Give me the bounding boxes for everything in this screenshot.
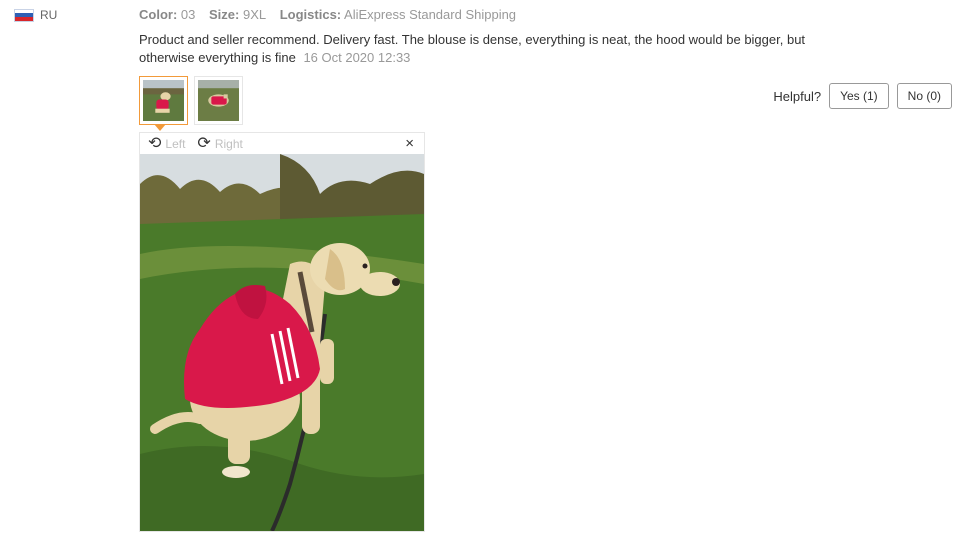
thumbnail-1-image bbox=[143, 80, 184, 121]
review-attributes: Color: 03 Size: 9XL Logistics: AliExpres… bbox=[139, 7, 526, 22]
review-date: 16 Oct 2020 12:33 bbox=[303, 50, 411, 65]
review-text: Product and seller recommend. Delivery f… bbox=[139, 32, 806, 65]
helpful-label: Helpful? bbox=[773, 88, 822, 104]
review-thumbnails bbox=[139, 76, 243, 125]
reviewer-country: RU bbox=[14, 8, 57, 22]
close-icon[interactable]: × bbox=[405, 135, 414, 152]
attr-logistics-key: Logistics: bbox=[279, 7, 342, 22]
attr-size-value: 9XL bbox=[242, 7, 267, 22]
attr-logistics-value: AliExpress Standard Shipping bbox=[344, 7, 517, 22]
image-viewer-toolbar: ⟲ Left ⟳ Right × bbox=[140, 133, 424, 154]
helpful-yes-button[interactable]: Yes (1) bbox=[829, 83, 889, 109]
helpful-no-button[interactable]: No (0) bbox=[896, 83, 952, 109]
rotate-right-label[interactable]: Right bbox=[215, 137, 243, 151]
thumbnail-2-image bbox=[198, 80, 239, 121]
thumbnail-2[interactable] bbox=[194, 76, 243, 125]
thumbnail-1[interactable] bbox=[139, 76, 188, 125]
attr-color-key: Color: bbox=[139, 7, 178, 22]
image-viewer: ⟲ Left ⟳ Right × bbox=[139, 132, 425, 532]
review-photo bbox=[140, 154, 424, 531]
rotate-left-icon[interactable]: ⟲ bbox=[148, 135, 161, 152]
review-body: Product and seller recommend. Delivery f… bbox=[139, 31, 859, 67]
attr-size-key: Size: bbox=[209, 7, 240, 22]
russia-flag-icon bbox=[14, 8, 34, 22]
country-code: RU bbox=[40, 8, 58, 22]
helpful-vote: Helpful? Yes (1) No (0) bbox=[773, 83, 952, 109]
active-thumbnail-caret bbox=[154, 124, 166, 131]
rotate-left-label[interactable]: Left bbox=[165, 137, 185, 151]
attr-color-value: 03 bbox=[180, 7, 196, 22]
rotate-right-icon[interactable]: ⟳ bbox=[197, 135, 210, 152]
